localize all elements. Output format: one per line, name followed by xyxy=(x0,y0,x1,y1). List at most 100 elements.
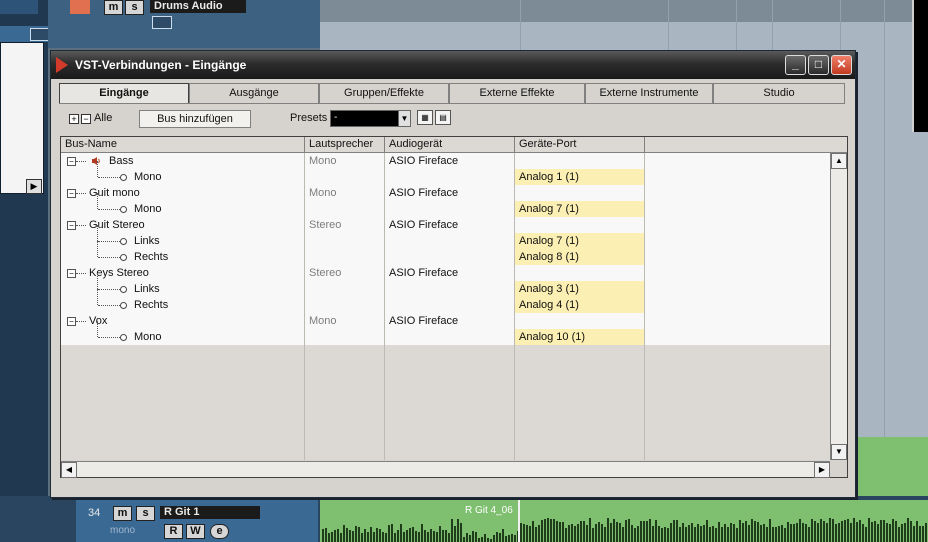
bus-name-cell[interactable]: Mono xyxy=(61,321,305,345)
bus-row[interactable]: − Guit Stereo Stereo ASIO Fireface xyxy=(61,217,830,234)
scroll-right-icon[interactable]: ▶ xyxy=(814,462,830,478)
scroll-up-icon[interactable]: ▲ xyxy=(831,153,847,169)
scroll-down-icon[interactable]: ▼ xyxy=(831,444,847,460)
column-header-port[interactable]: Geräte-Port xyxy=(515,137,645,152)
solo-button[interactable]: s xyxy=(125,0,144,15)
port-cell[interactable]: Analog 4 (1) xyxy=(515,297,645,313)
remove-preset-icon[interactable]: ▤ xyxy=(435,110,451,125)
column-header-bus-name[interactable]: Bus-Name xyxy=(61,137,305,152)
bus-row[interactable]: − Vox Mono ASIO Fireface xyxy=(61,313,830,330)
speaker-cell[interactable] xyxy=(305,169,385,185)
speaker-cell[interactable]: Stereo xyxy=(305,217,385,233)
channel-row[interactable]: Rechts Analog 4 (1) xyxy=(61,289,830,314)
collapse-icon[interactable]: − xyxy=(67,269,76,278)
bus-row[interactable]: − Bass Mono ASIO Fireface xyxy=(61,153,830,170)
audio-event[interactable] xyxy=(856,437,928,500)
tab-external-instruments[interactable]: Externe Instrumente xyxy=(585,83,713,103)
speaker-cell[interactable] xyxy=(305,233,385,249)
close-button[interactable]: ✕ xyxy=(831,55,852,75)
mute-button[interactable]: m xyxy=(104,0,123,15)
write-button[interactable]: W xyxy=(186,524,205,539)
port-cell[interactable]: Analog 8 (1) xyxy=(515,249,645,265)
bottom-track-name[interactable]: R Git 1 xyxy=(160,506,260,519)
top-track-name[interactable]: Drums Audio xyxy=(150,0,246,13)
tab-inputs[interactable]: Eingänge xyxy=(59,83,189,103)
channel-row[interactable]: Rechts Analog 8 (1) xyxy=(61,241,830,266)
bus-row[interactable]: − Guit mono Mono ASIO Fireface xyxy=(61,185,830,202)
tab-outputs[interactable]: Ausgänge xyxy=(189,83,319,103)
device-cell[interactable] xyxy=(385,281,515,297)
mute-button[interactable]: m xyxy=(113,506,132,521)
port-cell[interactable] xyxy=(515,185,645,201)
scroll-left-icon[interactable]: ◀ xyxy=(61,462,77,478)
channel-row[interactable]: Mono Analog 7 (1) xyxy=(61,193,830,218)
port-cell[interactable] xyxy=(515,265,645,281)
speaker-cell[interactable] xyxy=(305,297,385,313)
column-header-device[interactable]: Audiogerät xyxy=(385,137,515,152)
waveform[interactable] xyxy=(320,500,928,542)
speaker-cell[interactable] xyxy=(305,201,385,217)
bus-row[interactable]: − Keys Stereo Stereo ASIO Fireface xyxy=(61,265,830,282)
speaker-cell[interactable]: Mono xyxy=(305,185,385,201)
expand-all-icon[interactable]: + xyxy=(69,114,79,124)
presets-select[interactable]: - xyxy=(330,110,399,127)
lock-icon[interactable] xyxy=(30,28,50,41)
tab-studio[interactable]: Studio xyxy=(713,83,845,103)
device-cell[interactable] xyxy=(385,169,515,185)
port-cell[interactable]: Analog 7 (1) xyxy=(515,201,645,217)
bus-name-cell[interactable]: Rechts xyxy=(61,289,305,313)
device-cell[interactable] xyxy=(385,233,515,249)
collapse-icon[interactable]: − xyxy=(67,189,76,198)
track-lock-icon[interactable] xyxy=(152,16,172,29)
port-cell[interactable] xyxy=(515,313,645,329)
device-cell[interactable]: ASIO Fireface xyxy=(385,217,515,233)
channel-row[interactable]: Mono Analog 10 (1) xyxy=(61,321,830,346)
speaker-cell[interactable] xyxy=(305,329,385,345)
speaker-cell[interactable] xyxy=(305,281,385,297)
port-cell[interactable]: Analog 7 (1) xyxy=(515,233,645,249)
edit-button[interactable]: e xyxy=(210,524,229,539)
maximize-button[interactable]: □ xyxy=(808,55,829,75)
channel-row[interactable]: Links Analog 3 (1) xyxy=(61,273,830,298)
bus-name-cell[interactable]: Rechts xyxy=(61,241,305,265)
store-preset-icon[interactable]: ▦ xyxy=(417,110,433,125)
speaker-cell[interactable]: Mono xyxy=(305,313,385,329)
port-cell[interactable] xyxy=(515,153,645,169)
device-cell[interactable] xyxy=(385,297,515,313)
vertical-scrollbar[interactable]: ▲ ▼ xyxy=(830,153,847,460)
port-cell[interactable]: Analog 3 (1) xyxy=(515,281,645,297)
collapse-icon[interactable]: − xyxy=(67,317,76,326)
device-cell[interactable] xyxy=(385,329,515,345)
channel-row[interactable]: Links Analog 7 (1) xyxy=(61,225,830,250)
device-cell[interactable] xyxy=(385,249,515,265)
bus-name-cell[interactable]: Mono xyxy=(61,193,305,217)
port-cell[interactable]: Analog 1 (1) xyxy=(515,169,645,185)
speaker-cell[interactable]: Stereo xyxy=(305,265,385,281)
collapse-icon[interactable]: − xyxy=(67,157,76,166)
waveform-bar xyxy=(589,518,591,542)
bus-name-cell[interactable]: Mono xyxy=(61,161,305,185)
chevron-down-icon[interactable]: ▼ xyxy=(398,110,411,127)
read-button[interactable]: R xyxy=(164,524,183,539)
collapse-all-icon[interactable]: − xyxy=(81,114,91,124)
device-cell[interactable]: ASIO Fireface xyxy=(385,185,515,201)
speaker-cell[interactable]: Mono xyxy=(305,153,385,169)
tab-external-effects[interactable]: Externe Effekte xyxy=(449,83,585,103)
column-header-speaker[interactable]: Lautsprecher xyxy=(305,137,385,152)
minimize-button[interactable]: _ xyxy=(785,55,806,75)
device-cell[interactable] xyxy=(385,201,515,217)
solo-button[interactable]: s xyxy=(136,506,155,521)
speaker-cell[interactable] xyxy=(305,249,385,265)
add-bus-button[interactable]: Bus hinzufügen xyxy=(139,110,251,128)
device-cell[interactable]: ASIO Fireface xyxy=(385,153,515,169)
tab-groups-effects[interactable]: Gruppen/Effekte xyxy=(319,83,449,103)
port-cell[interactable]: Analog 10 (1) xyxy=(515,329,645,345)
channel-row[interactable]: Mono Analog 1 (1) xyxy=(61,161,830,186)
expand-arrow-icon[interactable]: ▶ xyxy=(26,179,42,194)
device-cell[interactable]: ASIO Fireface xyxy=(385,265,515,281)
device-cell[interactable]: ASIO Fireface xyxy=(385,313,515,329)
port-cell[interactable] xyxy=(515,217,645,233)
collapse-icon[interactable]: − xyxy=(67,221,76,230)
horizontal-scrollbar[interactable]: ◀ ▶ xyxy=(61,461,830,478)
title-bar[interactable]: VST-Verbindungen - Eingänge _ □ ✕ xyxy=(51,51,855,79)
